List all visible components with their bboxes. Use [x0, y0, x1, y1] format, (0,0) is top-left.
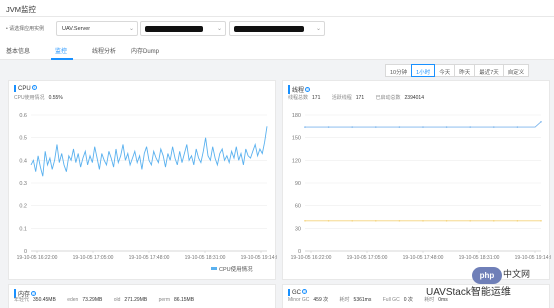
time-range-group: 10分钟 1小时 今天 昨天 最近7天 自定义: [385, 64, 530, 77]
legend-label: CPU使用情况: [219, 265, 253, 273]
memory-stat-value: 73.29MB: [82, 297, 103, 303]
gc-stat-label: Minor GC: [288, 297, 310, 303]
data-point: [351, 126, 353, 128]
cpu-panel: CPU? CPU使用情况 0.55% 0 0.1 0.2 0.3 0.4 0.5 0.6 19-…: [8, 80, 277, 280]
data-point: [398, 219, 401, 222]
memory-stat-value: 86.15MB: [174, 297, 195, 303]
memory-stat-value: 271.29MB: [124, 297, 148, 303]
time-custom-button[interactable]: 自定义: [502, 64, 530, 77]
gc-stat-value: 459 次: [313, 297, 329, 303]
data-point: [493, 219, 495, 222]
y-tick-label: 60: [295, 204, 301, 210]
data-point: [375, 126, 377, 128]
thread-chart: 030609012015018019-10-05 16:22:00 19-10-0…: [291, 113, 551, 261]
instance-label: • 请选择应用实例: [6, 26, 45, 32]
cpu-chart: 00.10.20.30.40.50.619-10-05 16:22:00 19-1…: [17, 113, 277, 273]
tab-monitor[interactable]: 监控: [55, 46, 67, 55]
y-tick-label: 150: [292, 136, 301, 142]
x-tick-label: 19-10-05 18:31:00: [459, 255, 500, 261]
redacted-host: [145, 26, 203, 32]
data-point: [327, 219, 330, 222]
data-point: [540, 121, 542, 123]
gc-stat-label: 耗时: [339, 297, 350, 303]
y-tick-label: 0.2: [19, 204, 27, 210]
gc-stat-value: 0 次: [403, 297, 413, 303]
data-point: [351, 219, 353, 222]
time-yesterday-button[interactable]: 昨天: [454, 64, 476, 77]
data-point: [445, 219, 448, 222]
y-tick-label: 0.6: [19, 113, 27, 119]
y-tick-label: 0.5: [19, 136, 27, 142]
time-7days-button[interactable]: 最近7天: [474, 64, 504, 77]
x-tick-label: 19-10-05 16:22:00: [17, 255, 58, 261]
x-tick-label: 19-10-05 17:48:00: [403, 255, 444, 261]
memory-panel: 内存? 年轻代 350.45MB eden 73.29MB old 271.29MB …: [8, 284, 276, 308]
data-point: [540, 219, 542, 222]
php-logo: php: [472, 267, 502, 284]
tab-basic-info[interactable]: 基本信息: [6, 46, 30, 55]
page-title: JVM监控: [6, 5, 36, 14]
data-point: [469, 219, 471, 222]
chevron-down-icon: ⌄: [315, 26, 321, 32]
instance-select[interactable]: ⌄: [229, 21, 325, 36]
memory-stat-label: old: [113, 297, 121, 303]
memory-stat-label: perm: [158, 297, 171, 303]
x-tick-label: 19-10-05 17:05:00: [347, 255, 388, 261]
app-select[interactable]: UAV.Server ⌄: [56, 21, 138, 36]
series-line: [30, 126, 268, 177]
data-point: [327, 126, 330, 128]
tab-thread-analysis[interactable]: 线程分析: [92, 46, 116, 55]
memory-stats: 年轻代 350.45MB eden 73.29MB old 271.29MB perm…: [14, 296, 204, 303]
data-point: [375, 219, 377, 222]
memory-stat-value: 350.45MB: [33, 297, 56, 303]
y-tick-label: 0.4: [19, 158, 27, 164]
gc-stat-value: 5361ms: [353, 297, 372, 303]
tab-bar: 基本信息 监控 线程分析 内存Dump: [0, 40, 554, 60]
title-bar: JVM监控: [0, 0, 554, 17]
y-tick-label: 90: [295, 181, 301, 187]
data-point: [422, 126, 424, 128]
chevron-down-icon: ⌄: [216, 26, 222, 32]
time-today-button[interactable]: 今天: [434, 64, 456, 77]
time-10min-button[interactable]: 10分钟: [385, 64, 413, 77]
x-tick-label: 19-10-05 19:14:00: [515, 255, 551, 261]
time-1hour-button[interactable]: 1小时: [411, 64, 436, 77]
app-select-value: UAV.Server: [62, 26, 91, 32]
watermark-cn: 中文网: [503, 269, 531, 279]
y-tick-label: 0.3: [19, 181, 27, 187]
redacted-instance: [234, 26, 304, 32]
filter-bar: • 请选择应用实例 UAV.Server ⌄ ⌄ ⌄: [0, 17, 554, 40]
chevron-down-icon: ⌄: [128, 26, 134, 32]
help-icon[interactable]: ?: [302, 289, 307, 294]
active-tab-indicator: [51, 58, 73, 60]
watermark-text: UAVStack智能运维: [426, 287, 511, 298]
y-tick-label: 0.1: [19, 226, 27, 232]
data-point: [422, 219, 424, 222]
tab-memory-dump[interactable]: 内存Dump: [131, 46, 159, 55]
memory-stat-label: eden: [67, 297, 79, 303]
data-point: [516, 126, 519, 128]
data-point: [304, 219, 306, 222]
data-point: [398, 126, 401, 128]
y-tick-label: 180: [292, 113, 301, 119]
data-point: [516, 219, 519, 222]
x-tick-label: 19-10-05 18:31:00: [185, 255, 226, 261]
legend-swatch: [211, 267, 217, 270]
x-tick-label: 19-10-05 17:48:00: [129, 255, 170, 261]
data-point: [493, 126, 495, 128]
y-tick-label: 30: [295, 226, 301, 232]
x-tick-label: 19-10-05 19:14:00: [241, 255, 277, 261]
gc-panel-title: GC?: [288, 289, 307, 296]
data-point: [445, 126, 448, 128]
data-point: [469, 126, 471, 128]
x-tick-label: 19-10-05 17:05:00: [73, 255, 114, 261]
thread-panel: 线程? 线程总数 171 活跃线程 171 已启动总数 2394014 0 30 60 90…: [282, 80, 551, 280]
memory-stat-label: 年轻代: [14, 297, 30, 303]
host-select[interactable]: ⌄: [140, 21, 226, 36]
x-tick-label: 19-10-05 16:22:00: [291, 255, 332, 261]
data-point: [304, 126, 306, 128]
y-tick-label: 120: [292, 158, 301, 164]
gc-stat-label: Full GC: [382, 297, 400, 303]
